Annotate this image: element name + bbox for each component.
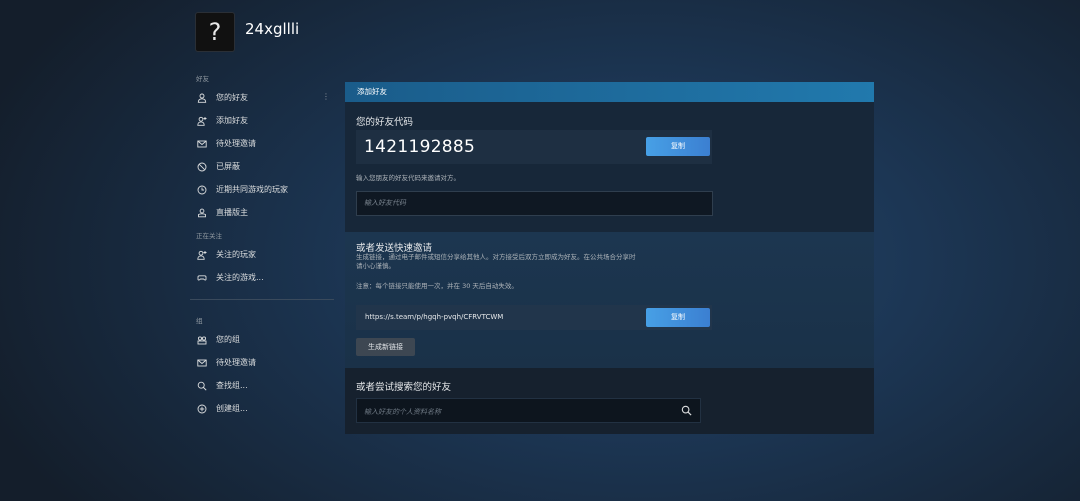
sidebar-item-blocked[interactable]: 已屏蔽 (190, 155, 334, 178)
search-placeholder: 输入好友的个人资料名称 (364, 408, 441, 416)
sidebar-item-label: 待处理邀请 (216, 358, 256, 367)
sidebar-item-add-friend[interactable]: 添加好友 (190, 109, 334, 132)
avatar[interactable]: ? (196, 13, 234, 51)
sidebar-item-label: 关注的玩家 (216, 250, 256, 259)
sidebar-item-label: 您的好友 (216, 93, 248, 102)
search-icon (196, 380, 207, 391)
friend-code-input[interactable]: 输入好友代码 (356, 191, 713, 216)
quick-invite-desc-line1: 生成链接，通过电子邮件或短信分享给其他人。对方接受后双方立即成为好友。在公共场合… (356, 253, 636, 261)
sidebar-item-create-group[interactable]: 创建组... (190, 397, 334, 420)
invite-link-box: https://s.team/p/hgqh-pvqh/CFRVTCWM 复制 (356, 305, 712, 330)
block-icon (196, 161, 207, 172)
sidebar-item-find-groups[interactable]: 查找组... (190, 374, 334, 397)
plus-circle-icon (196, 403, 207, 414)
clock-icon (196, 184, 207, 195)
sidebar-item-followed-players[interactable]: 关注的玩家 (190, 243, 334, 266)
more-icon[interactable]: ⋮ (322, 92, 330, 101)
search-friends-title: 或者尝试搜索您的好友 (356, 382, 452, 393)
broadcast-mod-icon (196, 207, 207, 218)
sidebar-item-label: 创建组... (216, 404, 248, 413)
sidebar-item-group-invites[interactable]: 待处理邀请 (190, 351, 334, 374)
group-icon (196, 334, 207, 345)
copy-link-button[interactable]: 复制 (646, 308, 710, 327)
sidebar-section-groups: 组 (196, 317, 203, 325)
search-friends-input[interactable]: 输入好友的个人资料名称 (356, 398, 701, 423)
sidebar-section-friends: 好友 (196, 75, 209, 83)
panel-header: 添加好友 (345, 82, 874, 102)
generate-link-button[interactable]: 生成新链接 (356, 338, 415, 356)
sidebar-item-label: 近期共同游戏的玩家 (216, 185, 288, 194)
quick-invite-desc-line2: 请小心谨慎。 (356, 262, 395, 270)
sidebar-item-followed-games[interactable]: 关注的游戏... (190, 266, 334, 289)
mail-icon (196, 138, 207, 149)
copy-code-button[interactable]: 复制 (646, 137, 710, 156)
gamepad-icon (196, 272, 207, 283)
quick-invite-title: 或者发送快速邀请 (356, 243, 433, 254)
sidebar-item-label: 已屏蔽 (216, 162, 240, 171)
quick-invite-note: 注意：每个链接只能使用一次，并在 30 天后自动失效。 (356, 282, 518, 290)
search-friends-section: 或者尝试搜索您的好友 输入好友的个人资料名称 (345, 368, 874, 434)
search-icon[interactable] (681, 405, 692, 416)
avatar-glyph: ? (208, 18, 222, 46)
friend-code-section: 您的好友代码 1421192885 复制 输入您朋友的好友代码来邀请对方。 输入… (345, 102, 874, 232)
person-icon (196, 92, 207, 103)
sidebar-item-recently-played[interactable]: 近期共同游戏的玩家 (190, 178, 334, 201)
sidebar-item-your-groups[interactable]: 您的组 (190, 328, 334, 351)
mail-icon (196, 357, 207, 368)
profile-header: ? 24xgllli (196, 13, 299, 51)
sidebar-item-label: 添加好友 (216, 116, 248, 125)
sidebar-item-label: 关注的游戏... (216, 273, 264, 282)
sidebar-item-label: 查找组... (216, 381, 248, 390)
sidebar-item-label: 待处理邀请 (216, 139, 256, 148)
sidebar-item-your-friends[interactable]: 您的好友 ⋮ (190, 86, 334, 109)
person-add-icon (196, 115, 207, 126)
username[interactable]: 24xgllli (245, 20, 299, 38)
friend-code-box: 1421192885 复制 (356, 130, 712, 164)
add-friend-panel: 添加好友 您的好友代码 1421192885 复制 输入您朋友的好友代码来邀请对… (345, 82, 874, 434)
friend-code-title: 您的好友代码 (356, 117, 414, 128)
sidebar: 好友 您的好友 ⋮ 添加好友 待处理邀请 已屏蔽 近期共同游戏的玩家 直播版主 … (190, 72, 334, 420)
sidebar-item-pending-invites[interactable]: 待处理邀请 (190, 132, 334, 155)
sidebar-item-broadcast-moderators[interactable]: 直播版主 (190, 201, 334, 224)
sidebar-item-label: 您的组 (216, 335, 240, 344)
enter-code-hint: 输入您朋友的好友代码来邀请对方。 (356, 174, 460, 182)
sidebar-item-label: 直播版主 (216, 208, 248, 217)
sidebar-section-following: 正在关注 (196, 232, 222, 240)
invite-link[interactable]: https://s.team/p/hgqh-pvqh/CFRVTCWM (365, 313, 503, 321)
friend-code-value[interactable]: 1421192885 (364, 137, 475, 157)
sidebar-divider (190, 299, 334, 300)
person-follow-icon (196, 249, 207, 260)
quick-invite-section: 或者发送快速邀请 生成链接，通过电子邮件或短信分享给其他人。对方接受后双方立即成… (345, 232, 874, 368)
